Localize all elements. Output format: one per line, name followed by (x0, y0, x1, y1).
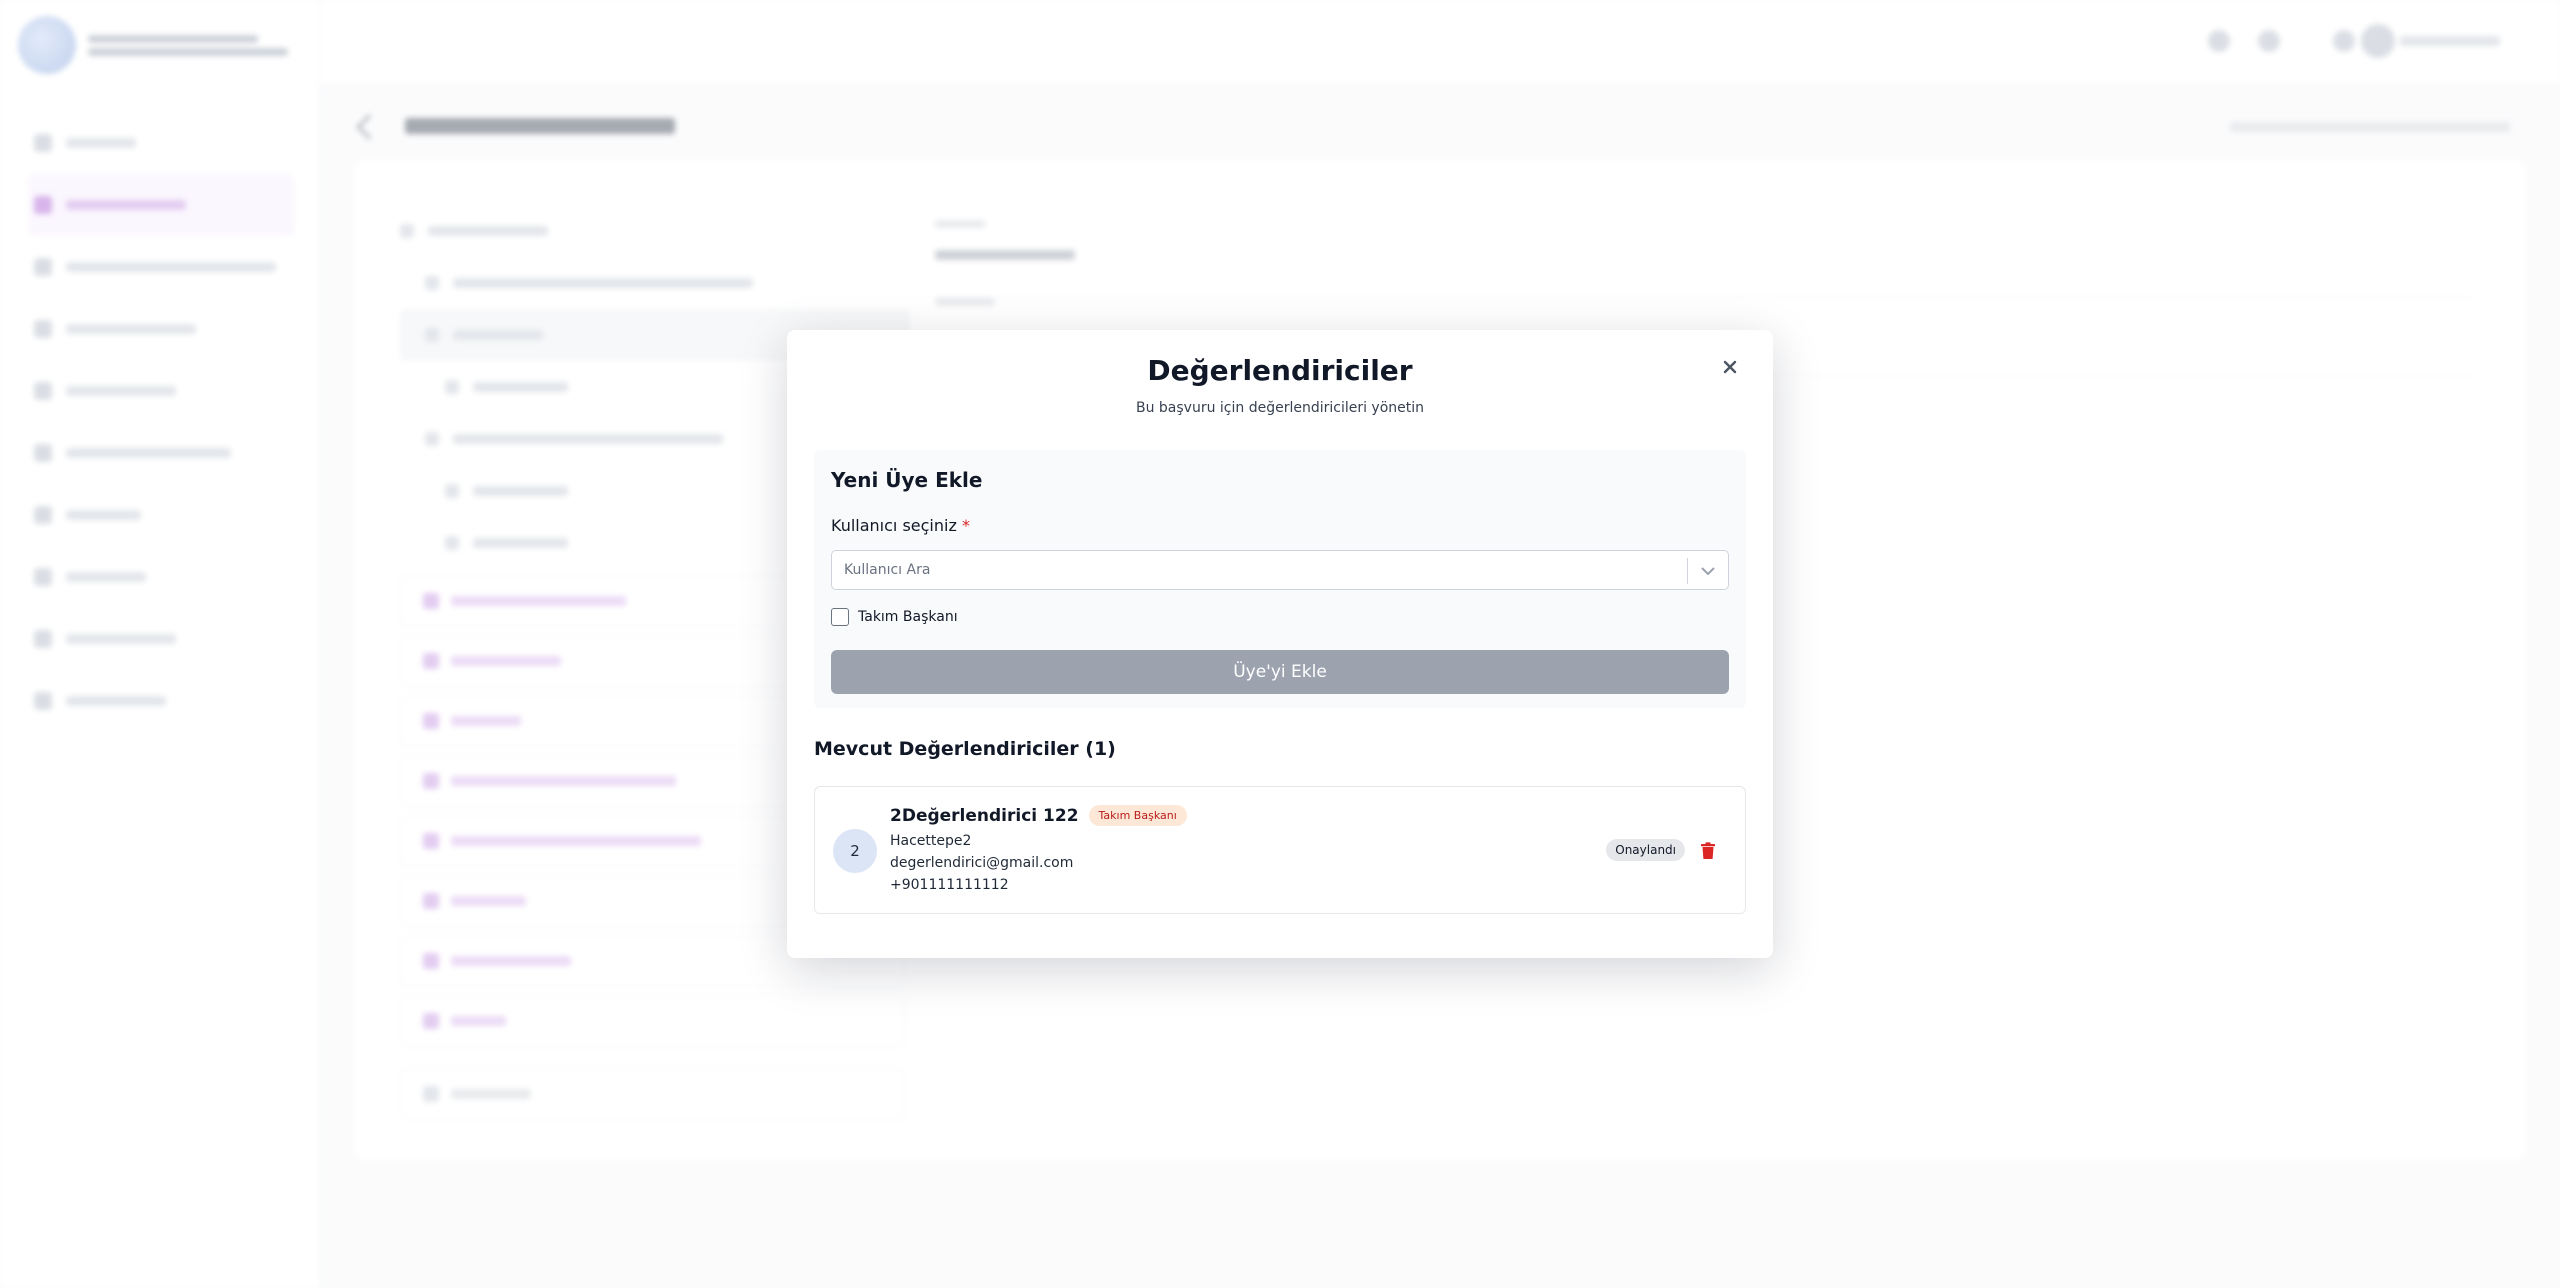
select-separator (1687, 558, 1688, 584)
user-select-label: Kullanıcı seçiniz * (831, 516, 970, 535)
add-member-title: Yeni Üye Ekle (831, 468, 983, 492)
team-leader-label: Takım Başkanı (858, 609, 958, 625)
modal-subtitle: Bu başvuru için değerlendiricileri yönet… (1135, 400, 1425, 416)
status-badge: Onaylandı (1606, 839, 1685, 861)
member-card: 2 2Değerlendirici 122 Takım Başkanı Hace… (814, 786, 1746, 914)
existing-evaluators-title: Mevcut Değerlendiriciler (1) (814, 738, 1116, 760)
user-search-select[interactable]: Kullanıcı Ara (831, 550, 1729, 590)
member-phone: +901111111112 (890, 877, 1009, 893)
user-search-placeholder: Kullanıcı Ara (844, 562, 931, 578)
chevron-down-icon (1701, 567, 1715, 575)
modal-title: Değerlendiriciler (1147, 354, 1413, 387)
evaluators-modal: Değerlendiriciler Bu başvuru için değerl… (787, 330, 1773, 958)
team-leader-badge: Takım Başkanı (1088, 805, 1187, 826)
avatar: 2 (833, 829, 877, 873)
member-email: degerlendirici@gmail.com (890, 855, 1074, 871)
team-leader-option[interactable]: Takım Başkanı (831, 608, 958, 626)
team-leader-checkbox[interactable] (831, 608, 849, 626)
member-organization: Hacettepe2 (890, 833, 972, 849)
add-member-panel: Yeni Üye Ekle Kullanıcı seçiniz * Kullan… (814, 450, 1746, 708)
member-name: 2Değerlendirici 122 (890, 805, 1079, 826)
select-dropdown-toggle[interactable] (1698, 561, 1718, 581)
required-mark: * (961, 516, 970, 535)
delete-member-button[interactable] (1697, 839, 1719, 863)
add-member-button[interactable]: Üye'yi Ekle (831, 650, 1729, 694)
trash-icon (1701, 842, 1715, 859)
